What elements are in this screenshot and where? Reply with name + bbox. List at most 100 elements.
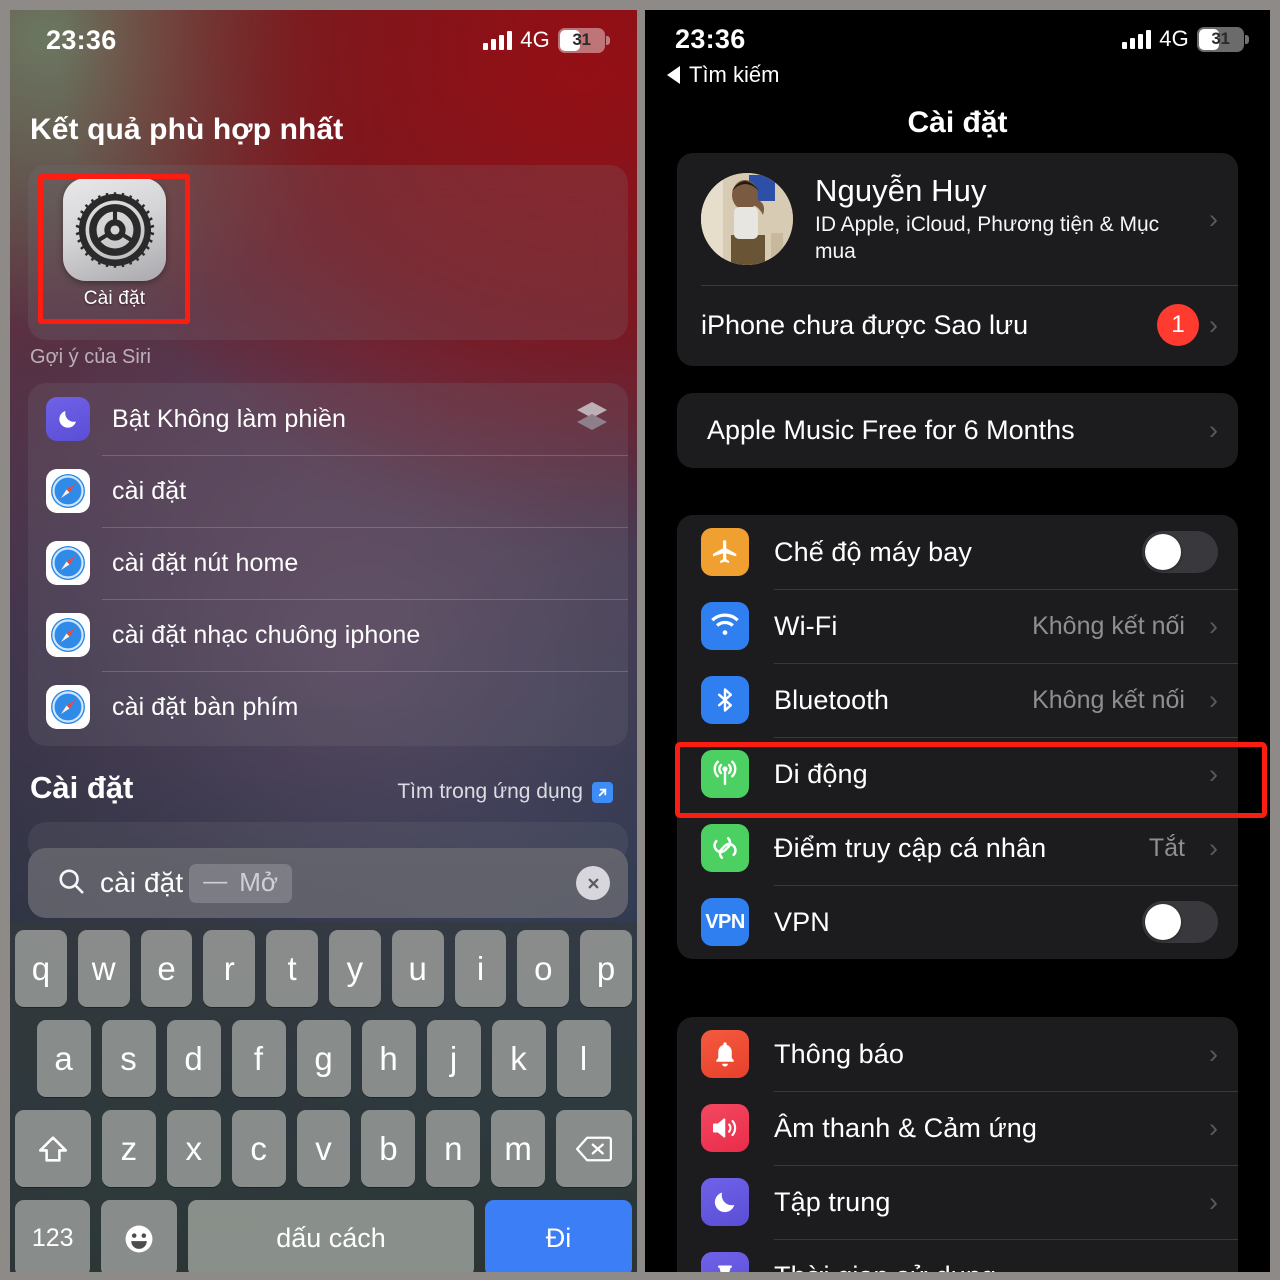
row-notifications[interactable]: Thông báo › [677, 1017, 1238, 1091]
key-o[interactable]: o [517, 930, 570, 1007]
row-value: Không kết nối [1032, 611, 1185, 640]
key-e[interactable]: e [140, 930, 193, 1007]
emoji-smiley-icon[interactable] [101, 1200, 177, 1272]
key-c[interactable]: c [231, 1110, 286, 1187]
key-f[interactable]: f [231, 1020, 286, 1097]
moon-icon [46, 397, 90, 441]
chevron-right-icon: › [1209, 1112, 1218, 1143]
backspace-icon[interactable] [556, 1110, 632, 1187]
row-bluetooth[interactable]: Bluetooth Không kết nối › [677, 663, 1238, 737]
key-j[interactable]: j [426, 1020, 481, 1097]
row-wifi[interactable]: Wi-Fi Không kết nối › [677, 589, 1238, 663]
numbers-key[interactable]: 123 [15, 1200, 91, 1272]
row-label: Di động [774, 758, 868, 789]
key-i[interactable]: i [454, 930, 507, 1007]
row-sounds-haptics[interactable]: Âm thanh & Cảm ứng › [677, 1091, 1238, 1165]
row-trailing: › [1199, 1038, 1218, 1069]
siri-row-nhacchuong[interactable]: cài đặt nhạc chuông iphone [28, 599, 628, 671]
keyboard-row-4: 123 dấu cách Đi [15, 1200, 633, 1272]
row-trailing: Không kết nối › [1032, 612, 1218, 641]
backup-label: iPhone chưa được Sao lưu [701, 309, 1029, 340]
promo-label: Apple Music Free for 6 Months [707, 415, 1075, 445]
cellular-antenna-icon [701, 750, 749, 798]
key-l[interactable]: l [556, 1020, 611, 1097]
key-v[interactable]: v [296, 1110, 351, 1187]
left-phone-spotlight-screen: 23:36 4G 31 Kết quả phù hợp nhất Cài đặt… [10, 10, 637, 1272]
row-trailing [1142, 531, 1218, 573]
row-trailing: › [1199, 1112, 1218, 1143]
key-p[interactable]: p [580, 930, 632, 1007]
row-label: Chế độ máy bay [774, 536, 973, 567]
left-status-bar: 23:36 4G 31 [10, 10, 637, 70]
key-u[interactable]: u [391, 930, 444, 1007]
row-personal-hotspot[interactable]: Điểm truy cập cá nhân Tắt › [677, 811, 1238, 885]
go-key[interactable]: Đi [485, 1200, 633, 1272]
chevron-right-icon: › [1209, 1038, 1218, 1069]
key-d[interactable]: d [166, 1020, 221, 1097]
status-indicators: 4G 31 [1122, 26, 1249, 52]
row-screen-time[interactable]: Thời gian sử dụng › [677, 1239, 1238, 1272]
siri-row-dnd[interactable]: Bật Không làm phiền [28, 383, 628, 455]
screenshot-stage: 23:36 4G 31 Kết quả phù hợp nhất Cài đặt… [0, 0, 1280, 1280]
key-r[interactable]: r [203, 930, 256, 1007]
top-hit-app-settings[interactable]: Cài đặt [42, 178, 187, 320]
row-label: VPN [774, 906, 830, 937]
siri-row-label: Bật Không làm phiền [112, 404, 347, 433]
safari-icon [46, 685, 90, 729]
vpn-toggle[interactable] [1142, 901, 1218, 943]
token-dash: — [203, 868, 228, 895]
row-label: Wi-Fi [774, 610, 838, 641]
notifications-group: Thông báo › Âm thanh & Cảm ứng › Tập tru… [677, 1017, 1238, 1272]
key-y[interactable]: y [329, 930, 381, 1007]
siri-row-nuthome[interactable]: cài đặt nút home [28, 527, 628, 599]
key-a[interactable]: a [36, 1020, 91, 1097]
key-b[interactable]: b [361, 1110, 416, 1187]
chevron-right-icon: › [1209, 203, 1218, 234]
search-open-token[interactable]: — Mở [189, 863, 292, 903]
key-x[interactable]: x [166, 1110, 221, 1187]
key-s[interactable]: s [101, 1020, 156, 1097]
cellular-signal-icon [483, 30, 513, 50]
key-k[interactable]: k [491, 1020, 546, 1097]
status-badge: 1 [1157, 304, 1199, 346]
search-in-app-label: Tìm trong ứng dụng [397, 780, 583, 803]
siri-row-caidat[interactable]: cài đặt [28, 455, 628, 527]
network-type-label: 4G [1159, 26, 1189, 51]
key-w[interactable]: w [77, 930, 130, 1007]
backup-alert-row[interactable]: iPhone chưa được Sao lưu 1 › [677, 286, 1238, 366]
chevron-right-icon: › [1209, 1262, 1218, 1272]
back-to-search-button[interactable]: Tìm kiếm [667, 62, 779, 88]
key-g[interactable]: g [296, 1020, 351, 1097]
moon-icon [701, 1178, 749, 1226]
speaker-icon [701, 1104, 749, 1152]
airplane-mode-toggle[interactable] [1142, 531, 1218, 573]
chevron-right-icon: › [1209, 684, 1218, 715]
row-airplane-mode[interactable]: Chế độ máy bay [677, 515, 1238, 589]
apple-music-promo-row[interactable]: Apple Music Free for 6 Months › [677, 393, 1238, 468]
search-input[interactable]: cài đặt — Mở [28, 848, 628, 918]
space-key[interactable]: dấu cách [187, 1200, 475, 1272]
siri-row-label: cài đặt [112, 476, 187, 505]
key-h[interactable]: h [361, 1020, 416, 1097]
status-time: 23:36 [46, 24, 117, 55]
hotspot-icon [701, 824, 749, 872]
apple-id-row[interactable]: Nguyễn Huy ID Apple, iCloud, Phương tiện… [677, 153, 1238, 285]
chevron-right-icon: › [1209, 309, 1218, 340]
row-cellular[interactable]: Di động › [677, 737, 1238, 811]
key-m[interactable]: m [491, 1110, 546, 1187]
hourglass-icon [701, 1252, 749, 1272]
shift-arrow-icon[interactable] [15, 1110, 91, 1187]
battery-icon: 31 [1197, 26, 1249, 52]
siri-row-banphim[interactable]: cài đặt bàn phím [28, 671, 628, 743]
key-t[interactable]: t [266, 930, 318, 1007]
row-trailing: › [1199, 1262, 1218, 1272]
search-in-app-button[interactable]: Tìm trong ứng dụng [397, 780, 613, 804]
on-screen-keyboard[interactable]: q w e r t y u i o p a s d f g h j k l z … [10, 922, 637, 1272]
key-q[interactable]: q [15, 930, 67, 1007]
row-focus[interactable]: Tập trung › [677, 1165, 1238, 1239]
key-z[interactable]: z [101, 1110, 156, 1187]
account-text: Nguyễn Huy ID Apple, iCloud, Phương tiện… [815, 173, 1177, 264]
row-vpn[interactable]: VPN VPN [677, 885, 1238, 959]
clear-circle-icon[interactable] [576, 866, 610, 900]
key-n[interactable]: n [426, 1110, 481, 1187]
